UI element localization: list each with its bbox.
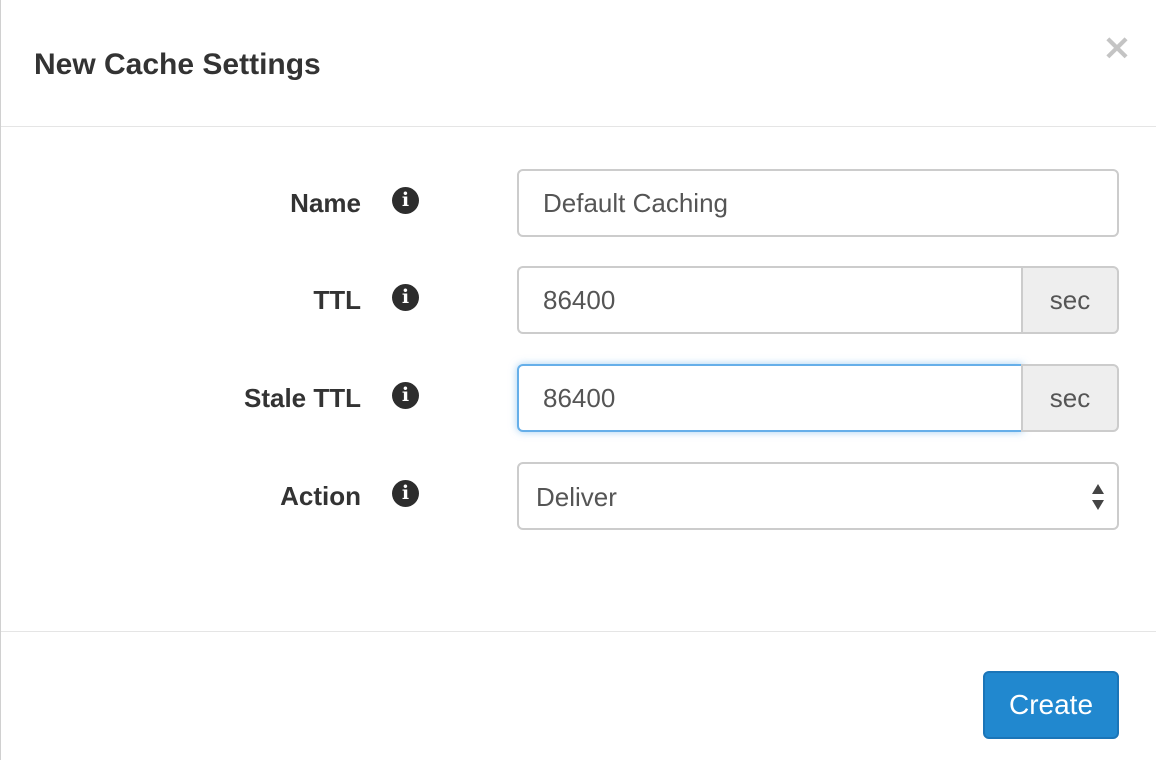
modal-footer: Create [1, 631, 1156, 760]
ttl-info-icon[interactable]: i [392, 284, 419, 311]
form-row-stale-ttl: Stale TTL i sec [1, 364, 1156, 432]
stale-ttl-info-icon[interactable]: i [392, 382, 419, 409]
new-cache-settings-modal: New Cache Settings × Name i TTL i sec St… [0, 0, 1156, 760]
action-select-value: Deliver [536, 482, 617, 512]
action-info-icon[interactable]: i [392, 480, 419, 507]
modal-title: New Cache Settings [34, 48, 321, 81]
close-icon[interactable]: × [1099, 30, 1135, 66]
create-button[interactable]: Create [983, 671, 1119, 739]
ttl-input[interactable] [517, 266, 1023, 334]
ttl-unit-addon: sec [1021, 266, 1119, 334]
modal-header: New Cache Settings × [1, 0, 1156, 127]
name-input[interactable] [517, 169, 1119, 237]
action-select[interactable]: Deliver [517, 462, 1119, 530]
name-label: Name [290, 188, 361, 218]
stale-ttl-unit-addon: sec [1021, 364, 1119, 432]
stale-ttl-input[interactable] [517, 364, 1023, 432]
stale-ttl-input-group: sec [517, 364, 1119, 432]
ttl-label: TTL [313, 285, 361, 315]
name-info-icon[interactable]: i [392, 187, 419, 214]
action-label: Action [280, 481, 361, 511]
form-row-ttl: TTL i sec [1, 266, 1156, 334]
form-row-action: Action i Deliver [1, 462, 1156, 530]
select-arrows-icon [1092, 484, 1104, 510]
form-row-name: Name i [1, 169, 1156, 237]
stale-ttl-label: Stale TTL [243, 383, 361, 413]
ttl-input-group: sec [517, 266, 1119, 334]
